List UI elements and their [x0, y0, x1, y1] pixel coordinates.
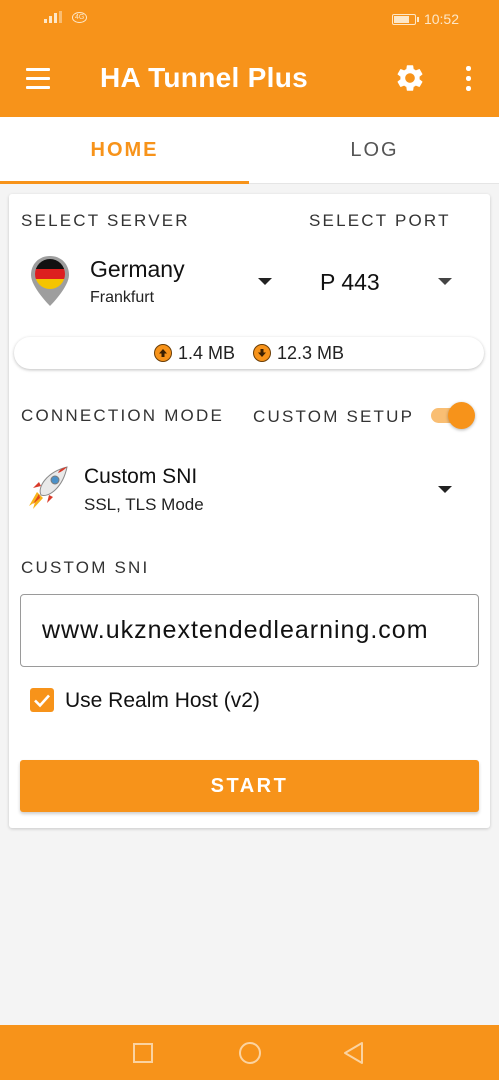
system-navigation-bar: [0, 1025, 499, 1080]
more-options-icon[interactable]: [458, 64, 478, 94]
traffic-stats-pill: 1.4 MB 12.3 MB: [14, 337, 484, 369]
back-triangle-icon[interactable]: [340, 1039, 368, 1067]
port-dropdown-arrow-icon[interactable]: [438, 278, 452, 285]
upload-stat: 1.4 MB: [153, 342, 235, 364]
download-stat: 12.3 MB: [252, 342, 345, 364]
tab-log[interactable]: LOG: [250, 117, 499, 184]
status-bar: 4G 10:52: [0, 0, 499, 40]
server-country[interactable]: Germany: [90, 256, 185, 283]
port-selector[interactable]: P 443: [320, 269, 380, 296]
connection-mode-name[interactable]: Custom SNI: [84, 465, 197, 489]
connection-mode-subtitle: SSL, TLS Mode: [84, 495, 204, 514]
custom-setup-toggle[interactable]: [429, 402, 475, 429]
custom-sni-label: CUSTOM SNI: [21, 558, 150, 577]
server-city: Frankfurt: [90, 289, 155, 306]
app-bar: HA Tunnel Plus: [0, 40, 499, 117]
select-port-label: SELECT PORT: [309, 211, 451, 230]
custom-setup-label: CUSTOM SETUP: [253, 407, 415, 426]
app-title: HA Tunnel Plus: [100, 62, 308, 93]
connection-mode-label: CONNECTION MODE: [21, 406, 224, 425]
home-circle-icon[interactable]: [236, 1039, 264, 1067]
toggle-thumb: [448, 402, 475, 429]
recent-apps-icon[interactable]: [129, 1039, 157, 1067]
signal-icon: [44, 11, 62, 23]
main-card: SELECT SERVER SELECT PORT Germany Frankf…: [9, 194, 490, 828]
hamburger-menu-icon[interactable]: [24, 68, 54, 90]
custom-sni-input[interactable]: [20, 594, 479, 667]
upload-value: 1.4 MB: [177, 342, 235, 363]
gear-icon[interactable]: [394, 62, 426, 94]
select-server-label: SELECT SERVER: [21, 211, 190, 230]
download-arrow-icon: [252, 344, 271, 362]
tab-bar: HOME LOG: [0, 117, 499, 184]
realm-host-checkbox[interactable]: [30, 688, 54, 712]
active-tab-indicator: [0, 181, 249, 184]
tab-home[interactable]: HOME: [0, 117, 249, 184]
germany-flag-pin-icon[interactable]: [29, 254, 71, 308]
status-bar-left: 4G: [44, 11, 88, 23]
battery-icon: [391, 13, 419, 25]
realm-host-label[interactable]: Use Realm Host (v2): [65, 689, 260, 713]
mode-dropdown-arrow-icon[interactable]: [438, 486, 452, 493]
server-dropdown-arrow-icon[interactable]: [258, 278, 272, 285]
check-icon: [34, 694, 50, 708]
start-button[interactable]: START: [20, 760, 479, 812]
download-value: 12.3 MB: [276, 342, 345, 363]
network-type-badge: 4G: [72, 11, 88, 23]
status-bar-right: 10:52: [391, 11, 459, 27]
status-time: 10:52: [423, 11, 459, 27]
upload-arrow-icon: [153, 344, 172, 362]
rocket-icon: [29, 466, 68, 509]
